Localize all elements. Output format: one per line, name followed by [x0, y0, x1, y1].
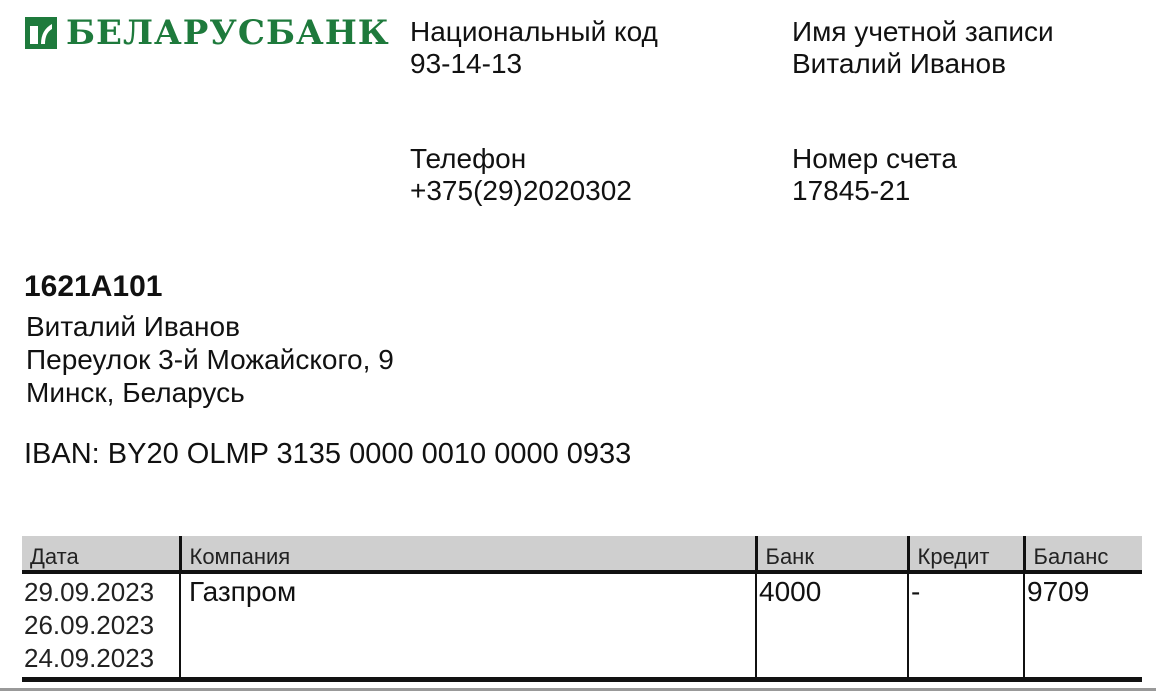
column-header-bank: Банк: [754, 536, 908, 572]
client-address: Виталий Иванов Переулок 3-й Можайского, …: [26, 310, 394, 409]
iban: IBAN: BY20 OLMP 3135 0000 0010 0000 0933: [24, 438, 632, 470]
account-name-label: Имя учетной записи: [792, 16, 1054, 47]
account-name-field: Имя учетной записи Виталий Иванов: [792, 16, 1132, 80]
company-cell: Газпром: [179, 572, 756, 680]
date-3: 24.09.2023: [24, 643, 155, 673]
bank-logo-icon: [25, 17, 57, 49]
bank-name: БЕЛАРУСБАНК: [66, 13, 390, 53]
national-code-field: Национальный код 93-14-13: [410, 16, 670, 80]
date-cell: 29.09.2023 26.09.2023 24.09.2023: [22, 572, 180, 680]
national-code-value: 93-14-13: [410, 48, 523, 79]
phone-label: Телефон: [410, 143, 527, 174]
account-name-value: Виталий Иванов: [792, 48, 1006, 79]
credit-cell: -: [907, 572, 1024, 680]
balance-cell: 9709: [1023, 572, 1142, 680]
account-number-label: Номер счета: [792, 143, 957, 174]
client-city: Минск, Беларусь: [26, 377, 245, 408]
account-number-field: Номер счета 17845-21: [792, 143, 957, 207]
bank-cell: 4000: [755, 572, 908, 680]
table-row: 29.09.2023 26.09.2023 24.09.2023 Газпром…: [22, 572, 1142, 680]
client-id: 1621A101: [24, 270, 163, 303]
column-header-balance: Баланс: [1022, 536, 1142, 572]
client-name: Виталий Иванов: [26, 311, 240, 342]
account-number-value: 17845-21: [792, 175, 911, 206]
column-header-date: Дата: [22, 536, 180, 572]
transactions-table: Дата Компания Банк Кредит Баланс 29.09.2…: [22, 536, 1142, 682]
date-1: 29.09.2023: [24, 577, 155, 607]
phone-field: Телефон +375(29)2020302: [410, 143, 632, 207]
national-code-label: Национальный код: [410, 16, 658, 47]
bank-logo: БЕЛАРУСБАНК: [24, 16, 390, 50]
bottom-divider: [0, 688, 1156, 691]
phone-value: +375(29)2020302: [410, 175, 632, 206]
table-header-row: Дата Компания Банк Кредит Баланс: [22, 536, 1142, 572]
date-2: 26.09.2023: [24, 610, 155, 640]
column-header-company: Компания: [178, 536, 756, 572]
column-header-credit: Кредит: [906, 536, 1024, 572]
client-street: Переулок 3-й Можайского, 9: [26, 344, 394, 375]
